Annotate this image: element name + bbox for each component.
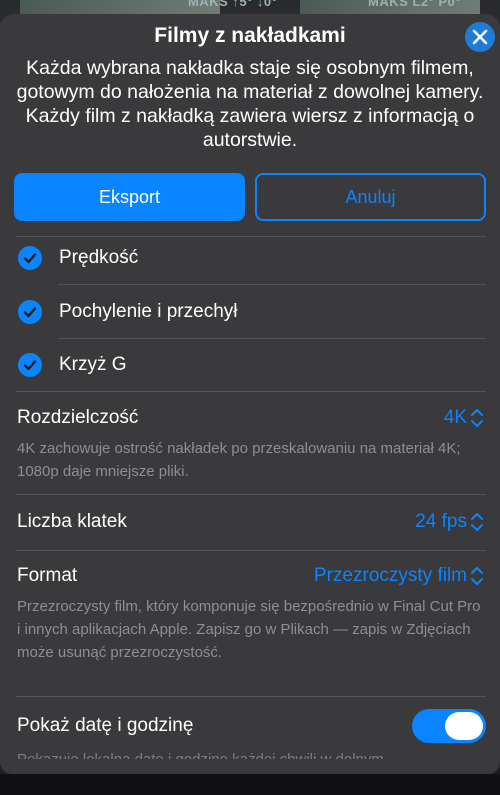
chevron-up-down-icon <box>471 409 483 427</box>
frame-rate-label: Liczba klatek <box>17 511 127 532</box>
overlay-option-label: Prędkość <box>59 247 139 268</box>
divider <box>16 494 486 495</box>
bottom-backdrop <box>0 774 500 795</box>
checkmark-icon <box>18 246 42 270</box>
overlay-option-label: Krzyż G <box>59 354 127 375</box>
export-button[interactable]: Eksport <box>14 173 245 221</box>
format-hint: Przezroczysty film, który komponuje się … <box>17 598 481 661</box>
format-label: Format <box>17 565 78 586</box>
format-value: Przezroczysty film <box>313 565 467 586</box>
divider <box>16 550 486 551</box>
show-datetime-label: Pokaż datę i godzinę <box>17 715 194 736</box>
overlay-option-pitch-roll[interactable]: Pochylenie i przechył <box>18 294 237 330</box>
overlay-option-speed[interactable]: Prędkość <box>18 240 138 276</box>
divider <box>16 696 486 697</box>
divider <box>58 338 486 339</box>
divider <box>16 236 486 237</box>
sheet-title: Filmy z nakładkami <box>154 24 346 47</box>
show-datetime-hint: Pokazuje lokalną datę i godzinę każdej c… <box>17 747 487 759</box>
close-icon <box>472 29 488 45</box>
show-datetime-toggle[interactable] <box>412 709 486 743</box>
divider <box>16 391 486 392</box>
sheet-description: Każda wybrana nakładka staje się osobnym… <box>16 57 484 151</box>
divider <box>58 284 486 285</box>
close-button[interactable] <box>465 22 495 52</box>
overlay-option-label: Pochylenie i przechył <box>59 301 238 322</box>
overlay-export-sheet: Filmy z nakładkami Każda wybrana nakładk… <box>0 14 500 774</box>
format-picker[interactable]: Przezroczysty film <box>314 563 484 589</box>
toggle-knob <box>445 712 483 740</box>
resolution-label: Rozdzielczość <box>17 407 139 428</box>
resolution-hint: 4K zachowuje ostrość nakładek po przeska… <box>17 440 461 480</box>
cancel-button[interactable]: Anuluj <box>255 173 486 221</box>
resolution-value: 4K <box>443 407 467 428</box>
background-tag: MAKS ↑5° ↓0° <box>188 0 278 9</box>
checkmark-icon <box>18 353 42 377</box>
chevron-up-down-icon <box>471 513 483 531</box>
frame-rate-picker[interactable]: 24 fps <box>415 509 484 535</box>
checkmark-icon <box>18 300 42 324</box>
frame-rate-value: 24 fps <box>415 511 467 532</box>
background-tag: MAKS L2° P0° <box>368 0 461 9</box>
resolution-picker[interactable]: 4K <box>444 405 484 431</box>
chevron-up-down-icon <box>471 567 483 585</box>
overlay-option-g-cross[interactable]: Krzyż G <box>18 347 127 383</box>
